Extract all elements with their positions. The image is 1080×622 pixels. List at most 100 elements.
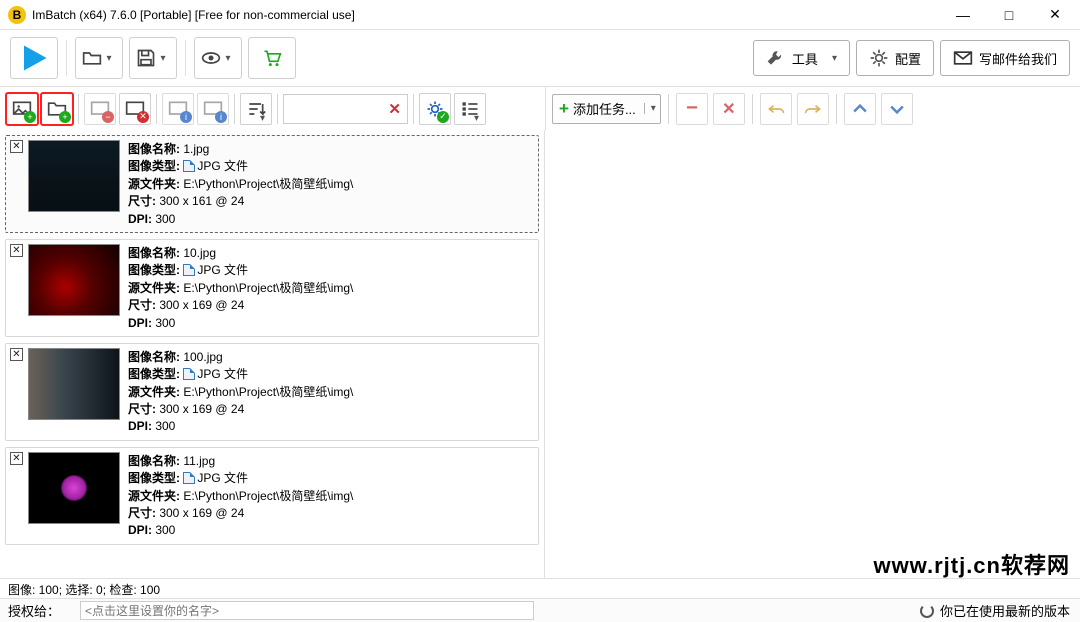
open-dropdown[interactable]: ▾ xyxy=(75,37,123,79)
separator xyxy=(185,40,186,76)
cart-icon xyxy=(262,48,282,68)
shop-button[interactable] xyxy=(248,37,296,79)
separator xyxy=(836,94,837,124)
separator xyxy=(78,94,79,124)
clear-search-button[interactable]: ✕ xyxy=(382,100,407,118)
filetype-icon xyxy=(183,472,195,484)
close-button[interactable]: ✕ xyxy=(1032,0,1078,30)
tools-label: 工具 xyxy=(792,49,818,68)
search-box[interactable]: ✕ xyxy=(283,94,408,124)
config-label: 配置 xyxy=(895,49,921,68)
eye-icon xyxy=(201,48,221,68)
filetype-icon xyxy=(183,368,195,380)
title-bar: B ImBatch (x64) 7.6.0 [Portable] [Free f… xyxy=(0,0,1080,30)
status-bar-counts: 图像: 100; 选择: 0; 检查: 100 xyxy=(0,578,1080,598)
status-bar-license: 授权给： 你已在使用最新的版本 xyxy=(0,598,1080,622)
item-checkbox[interactable] xyxy=(10,244,23,257)
thumbnail xyxy=(28,452,120,524)
gear-icon xyxy=(869,48,889,68)
task-panel xyxy=(545,130,1080,578)
separator xyxy=(277,94,278,124)
license-label: 授权给： xyxy=(0,601,80,620)
folder-open-icon xyxy=(82,48,102,68)
separator xyxy=(413,94,414,124)
undo-button[interactable] xyxy=(760,93,792,125)
filetype-icon xyxy=(183,160,195,172)
redo-button[interactable] xyxy=(797,93,829,125)
item-checkbox[interactable] xyxy=(10,348,23,361)
plus-badge-icon: + xyxy=(59,111,71,123)
move-down-button[interactable] xyxy=(881,93,913,125)
view-dropdown[interactable]: ▾ xyxy=(454,93,486,125)
item-checkbox[interactable] xyxy=(10,452,23,465)
image-list-panel[interactable]: 图像名称: 1.jpg图像类型: JPG 文件源文件夹: E:\Python\P… xyxy=(0,130,545,578)
mail-button[interactable]: 写邮件给我们 xyxy=(940,40,1070,76)
add-task-label: 添加任务... xyxy=(573,99,636,118)
add-folder-button[interactable]: + xyxy=(41,93,73,125)
image-info-button[interactable]: i xyxy=(162,93,194,125)
save-dropdown[interactable]: ▾ xyxy=(129,37,177,79)
update-status-text: 你已在使用最新的版本 xyxy=(940,601,1070,620)
item-checkbox[interactable] xyxy=(10,140,23,153)
image-list-item[interactable]: 图像名称: 1.jpg图像类型: JPG 文件源文件夹: E:\Python\P… xyxy=(5,135,539,233)
redo-icon xyxy=(803,99,823,119)
thumbnail xyxy=(28,348,120,420)
move-up-button[interactable] xyxy=(844,93,876,125)
minus-icon: − xyxy=(686,97,698,120)
remove-image-button[interactable]: − xyxy=(84,93,116,125)
task-remove-button[interactable]: − xyxy=(676,93,708,125)
search-input[interactable] xyxy=(284,102,382,116)
check-badge-icon: ✓ xyxy=(437,111,449,123)
maximize-button[interactable]: □ xyxy=(986,0,1032,30)
image-list-item[interactable]: 图像名称: 11.jpg图像类型: JPG 文件源文件夹: E:\Python\… xyxy=(5,447,539,545)
cross-icon: ✕ xyxy=(722,99,735,119)
add-image-button[interactable]: + xyxy=(6,93,38,125)
play-icon xyxy=(19,43,49,73)
app-icon: B xyxy=(8,6,26,24)
content-area: 图像名称: 1.jpg图像类型: JPG 文件源文件夹: E:\Python\P… xyxy=(0,130,1080,578)
info-badge-icon: i xyxy=(180,111,192,123)
sort-dropdown[interactable]: ▾ xyxy=(240,93,272,125)
wrench-icon xyxy=(766,48,786,68)
config-button[interactable]: 配置 xyxy=(856,40,934,76)
minus-badge-icon: − xyxy=(102,111,114,123)
task-clear-button[interactable]: ✕ xyxy=(713,93,745,125)
plus-badge-icon: + xyxy=(24,111,36,123)
minimize-button[interactable]: — xyxy=(940,0,986,30)
separator xyxy=(156,94,157,124)
preview-dropdown[interactable]: ▾ xyxy=(194,37,242,79)
mail-label: 写邮件给我们 xyxy=(979,49,1057,68)
chevron-down-icon xyxy=(887,99,907,119)
separator xyxy=(752,94,753,124)
item-metadata: 图像名称: 1.jpg图像类型: JPG 文件源文件夹: E:\Python\P… xyxy=(128,140,353,228)
cross-badge-icon: ✕ xyxy=(137,111,149,123)
undo-icon xyxy=(766,99,786,119)
tools-button[interactable]: 工具 ▾ xyxy=(753,40,850,76)
item-metadata: 图像名称: 10.jpg图像类型: JPG 文件源文件夹: E:\Python\… xyxy=(128,244,353,332)
chevron-up-icon xyxy=(850,99,870,119)
main-toolbar: ▾ ▾ ▾ 工具 ▾ 配置 写邮件给我们 xyxy=(0,30,1080,86)
filetype-icon xyxy=(183,264,195,276)
thumbnail xyxy=(28,140,120,212)
image-list-item[interactable]: 图像名称: 10.jpg图像类型: JPG 文件源文件夹: E:\Python\… xyxy=(5,239,539,337)
item-metadata: 图像名称: 11.jpg图像类型: JPG 文件源文件夹: E:\Python\… xyxy=(128,452,353,540)
run-button[interactable] xyxy=(10,37,58,79)
thumbnail xyxy=(28,244,120,316)
refresh-icon xyxy=(920,604,934,618)
mail-icon xyxy=(953,48,973,68)
info-badge-icon: i xyxy=(215,111,227,123)
gear-check-button[interactable]: ✓ xyxy=(419,93,451,125)
secondary-toolbar: + + − ✕ i i ▾ ✕ xyxy=(0,86,1080,130)
item-metadata: 图像名称: 100.jpg图像类型: JPG 文件源文件夹: E:\Python… xyxy=(128,348,353,436)
separator xyxy=(234,94,235,124)
plus-icon: + xyxy=(559,100,569,117)
license-name-input[interactable] xyxy=(80,601,534,620)
image-list-item[interactable]: 图像名称: 100.jpg图像类型: JPG 文件源文件夹: E:\Python… xyxy=(5,343,539,441)
add-task-button[interactable]: + 添加任务... ▾ xyxy=(552,94,661,124)
separator xyxy=(66,40,67,76)
image-info2-button[interactable]: i xyxy=(197,93,229,125)
save-icon xyxy=(136,48,156,68)
separator xyxy=(668,94,669,124)
clear-images-button[interactable]: ✕ xyxy=(119,93,151,125)
window-title: ImBatch (x64) 7.6.0 [Portable] [Free for… xyxy=(32,8,940,22)
